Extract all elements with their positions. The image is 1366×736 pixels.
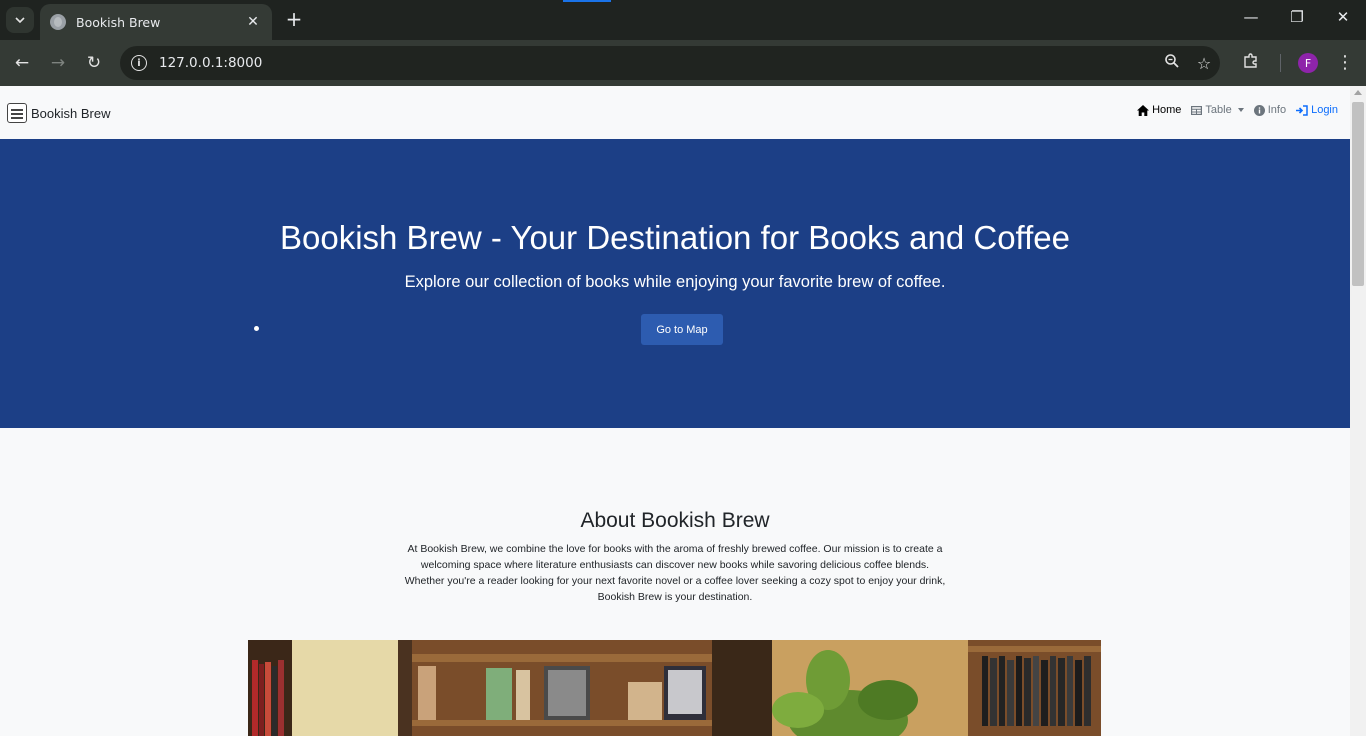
browser-toolbar: ← → ↻ i 127.0.0.1:8000 ☆ F ⋮ <box>0 40 1366 86</box>
sign-in-icon <box>1296 104 1308 116</box>
page-viewport: Bookish Brew Home Table Info Login Booki… <box>0 86 1350 736</box>
hero-section: Bookish Brew - Your Destination for Book… <box>0 139 1350 428</box>
site-info-icon[interactable]: i <box>131 55 147 71</box>
chevron-down-icon <box>15 17 25 23</box>
new-tab-button[interactable]: + <box>282 8 306 32</box>
info-circle-icon <box>1253 104 1265 116</box>
tab-title: Bookish Brew <box>76 14 161 30</box>
profile-avatar[interactable]: F <box>1298 53 1318 73</box>
nav-links: Home Table Info Login <box>1137 104 1338 116</box>
table-icon <box>1191 105 1203 115</box>
list-bullet <box>254 326 259 331</box>
zoom-icon[interactable] <box>1156 53 1188 73</box>
about-title: About Bookish Brew <box>580 509 770 532</box>
hero-title: Bookish Brew - Your Destination for Book… <box>279 219 1071 256</box>
scroll-up-arrow-icon[interactable] <box>1354 90 1362 95</box>
back-button[interactable]: ← <box>10 51 34 75</box>
minimize-button[interactable]: — <box>1236 8 1266 26</box>
nav-table-label: Table <box>1205 104 1232 116</box>
bookshop-photo <box>248 640 1101 736</box>
browser-tab[interactable]: Bookish Brew ✕ <box>40 4 272 40</box>
typewriter-logo-icon <box>7 103 27 123</box>
scrollbar-thumb[interactable] <box>1352 102 1364 286</box>
nav-info-label: Info <box>1267 104 1287 116</box>
restore-button[interactable]: ❐ <box>1282 8 1312 26</box>
brand-name: Bookish Brew <box>31 105 111 121</box>
nav-table-dropdown[interactable]: Table <box>1191 104 1244 116</box>
extensions-icon[interactable] <box>1242 52 1260 74</box>
nav-info[interactable]: Info <box>1253 104 1287 116</box>
caret-down-icon <box>1237 108 1244 112</box>
toolbar-separator <box>1280 54 1281 72</box>
nav-login-label: Login <box>1311 104 1338 116</box>
forward-button[interactable]: → <box>46 51 70 75</box>
bookshop-interior-image <box>248 640 1101 736</box>
site-navbar: Bookish Brew Home Table Info Login <box>0 86 1350 139</box>
close-tab-icon[interactable]: ✕ <box>244 14 262 30</box>
tab-indicator <box>563 0 611 2</box>
brand-link[interactable]: Bookish Brew <box>7 103 110 123</box>
close-window-button[interactable]: ✕ <box>1328 8 1358 26</box>
about-text: At Bookish Brew, we combine the love for… <box>404 543 946 603</box>
more-menu-icon[interactable]: ⋮ <box>1336 52 1354 73</box>
go-to-map-button[interactable]: Go to Map <box>641 314 723 345</box>
home-icon <box>1137 104 1150 116</box>
url-text[interactable]: 127.0.0.1:8000 <box>159 55 1156 71</box>
globe-icon <box>50 14 66 30</box>
nav-login[interactable]: Login <box>1296 104 1338 116</box>
reload-button[interactable]: ↻ <box>82 51 106 75</box>
bookmark-star-icon[interactable]: ☆ <box>1188 54 1220 73</box>
page-scrollbar[interactable] <box>1350 86 1366 736</box>
nav-home-label: Home <box>1152 104 1182 116</box>
address-bar[interactable]: i 127.0.0.1:8000 ☆ <box>120 46 1220 80</box>
tab-search-button[interactable] <box>6 7 34 33</box>
browser-tab-bar: Bookish Brew ✕ + — ❐ ✕ <box>0 0 1366 40</box>
hero-subtitle: Explore our collection of books while en… <box>404 273 946 291</box>
nav-home[interactable]: Home <box>1137 104 1181 116</box>
